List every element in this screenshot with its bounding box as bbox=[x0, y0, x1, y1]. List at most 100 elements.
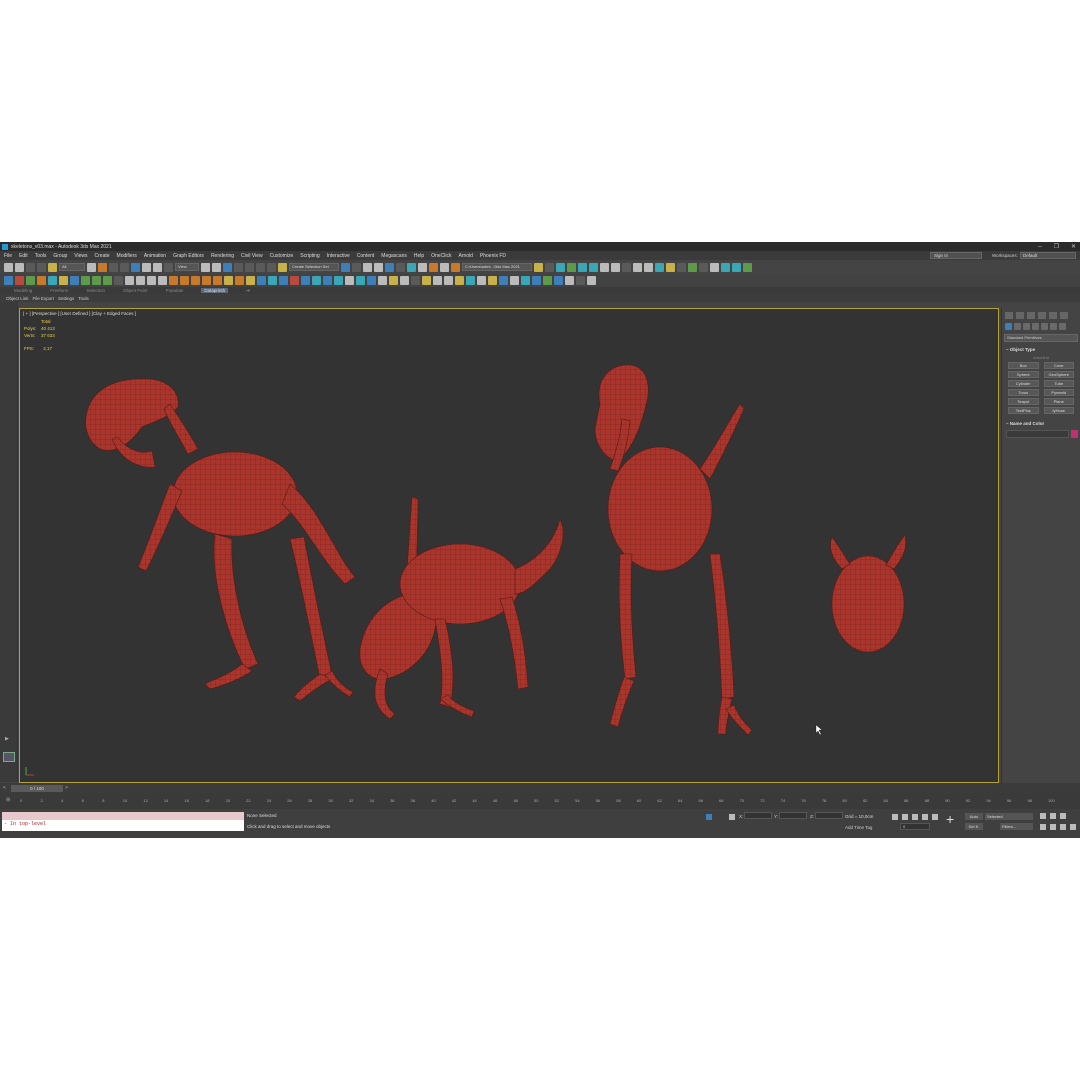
snaps-toggle-icon[interactable] bbox=[234, 262, 243, 272]
rendered-frame-window-icon[interactable] bbox=[440, 262, 449, 272]
teapot-button[interactable]: Teapot bbox=[1008, 398, 1039, 405]
tool-icon-ar[interactable] bbox=[532, 276, 541, 285]
menu-civil-view[interactable]: Civil View bbox=[241, 253, 263, 259]
tool-icon-a[interactable] bbox=[4, 276, 13, 285]
tool-icon-ad[interactable] bbox=[378, 276, 387, 285]
tool-icon-w[interactable] bbox=[290, 276, 299, 285]
rectangular-selection-icon[interactable] bbox=[109, 262, 118, 272]
tab-selection[interactable]: Selection bbox=[87, 288, 106, 293]
angle-snap-icon[interactable] bbox=[245, 262, 254, 272]
render-setup-icon[interactable] bbox=[429, 262, 438, 272]
maxscript-input-line[interactable] bbox=[2, 812, 244, 820]
scene-tool-icon[interactable] bbox=[710, 262, 719, 272]
geometry-icon[interactable] bbox=[1005, 323, 1012, 330]
tool-icon-aj[interactable] bbox=[444, 276, 453, 285]
layer-explorer-icon[interactable] bbox=[363, 262, 372, 272]
keyboard-shortcut-override-icon[interactable] bbox=[223, 262, 232, 272]
orbit-icon[interactable] bbox=[1060, 824, 1066, 830]
maximize-button[interactable]: ❐ bbox=[1054, 243, 1059, 250]
ribbon-icon[interactable] bbox=[385, 262, 394, 272]
settings-menu[interactable]: Settings bbox=[58, 296, 74, 301]
select-and-rotate-icon[interactable] bbox=[142, 262, 151, 272]
undo-view-icon[interactable] bbox=[721, 262, 730, 272]
object-name-input[interactable] bbox=[1006, 430, 1069, 438]
space-warps-icon[interactable] bbox=[1050, 323, 1057, 330]
cone-button[interactable]: Cone bbox=[1043, 362, 1074, 369]
menu-edit[interactable]: Edit bbox=[19, 253, 28, 259]
set-key-button[interactable]: Set K. bbox=[965, 823, 983, 830]
menu-scripting[interactable]: Scripting bbox=[300, 253, 319, 259]
link-icon[interactable] bbox=[26, 262, 35, 272]
menu-graph-editors[interactable]: Graph Editors bbox=[173, 253, 204, 259]
tool-icon-i[interactable] bbox=[92, 276, 101, 285]
utilities-tab-icon[interactable] bbox=[1060, 312, 1068, 319]
object-link-menu[interactable]: Object Link bbox=[6, 296, 29, 301]
torus-button[interactable]: Torus bbox=[1008, 389, 1039, 396]
menu-file[interactable]: File bbox=[4, 253, 12, 259]
pivot-center-icon[interactable] bbox=[201, 262, 210, 272]
pause-icon[interactable] bbox=[136, 276, 145, 285]
tool-icon-o[interactable] bbox=[202, 276, 211, 285]
tool-icon-af[interactable] bbox=[400, 276, 409, 285]
plugin-tool-icon[interactable] bbox=[567, 262, 576, 272]
tool-icon-h[interactable] bbox=[81, 276, 90, 285]
perspective-viewport[interactable]: [ + ] [Perspective ] [User Defined ] [Cl… bbox=[19, 308, 999, 783]
play-icon[interactable] bbox=[125, 276, 134, 285]
play-animation-icon[interactable] bbox=[912, 814, 918, 820]
tool-icon-b[interactable] bbox=[15, 276, 24, 285]
cameras-icon[interactable] bbox=[1032, 323, 1039, 330]
unlink-icon[interactable] bbox=[37, 262, 46, 272]
object-type-rollout[interactable]: – Object Type bbox=[1004, 346, 1078, 354]
stop-icon[interactable] bbox=[147, 276, 156, 285]
render-production-icon[interactable] bbox=[451, 262, 460, 272]
tool-icon-al[interactable] bbox=[466, 276, 475, 285]
tool-icon-y[interactable] bbox=[312, 276, 321, 285]
tool-icon-am[interactable] bbox=[477, 276, 486, 285]
prev-frame-icon[interactable]: < bbox=[3, 785, 6, 791]
cylinder-button[interactable]: Cylinder bbox=[1008, 380, 1039, 387]
workspaces-dropdown[interactable]: Default bbox=[1020, 252, 1076, 259]
tool-icon-ap[interactable] bbox=[510, 276, 519, 285]
lights-icon[interactable] bbox=[1023, 323, 1030, 330]
systems-icon[interactable] bbox=[1059, 323, 1066, 330]
check-tool-icon[interactable] bbox=[743, 262, 752, 272]
create-tab-icon[interactable] bbox=[1005, 312, 1013, 319]
isolate-selection-icon[interactable] bbox=[706, 814, 712, 820]
auto-key-button[interactable]: Auto bbox=[965, 813, 983, 820]
helpers-icon[interactable] bbox=[1041, 323, 1048, 330]
menu-animation[interactable]: Animation bbox=[144, 253, 166, 259]
selection-lock-icon[interactable] bbox=[729, 814, 735, 820]
help-icon[interactable] bbox=[345, 276, 354, 285]
add-time-tag[interactable]: Add Time Tag bbox=[845, 825, 872, 830]
align-icon[interactable] bbox=[352, 262, 361, 272]
close-button[interactable]: ✕ bbox=[1071, 243, 1076, 250]
grid-tool-icon[interactable] bbox=[677, 262, 686, 272]
toggle-scene-explorer-icon[interactable] bbox=[374, 262, 383, 272]
tool-icon-f[interactable] bbox=[59, 276, 68, 285]
key-filter-dropdown[interactable]: Selected bbox=[985, 813, 1033, 820]
tool-icon-as[interactable] bbox=[543, 276, 552, 285]
frame-tool-icon[interactable] bbox=[699, 262, 708, 272]
tool-icon-g[interactable] bbox=[70, 276, 79, 285]
tool-icon-t[interactable] bbox=[257, 276, 266, 285]
shapes-icon[interactable] bbox=[1014, 323, 1021, 330]
textplus-button[interactable]: TextPlus bbox=[1008, 407, 1039, 414]
tool-icon-s[interactable] bbox=[246, 276, 255, 285]
tool-icon-k[interactable] bbox=[114, 276, 123, 285]
tool-icon-ab[interactable] bbox=[356, 276, 365, 285]
menu-group[interactable]: Group bbox=[53, 253, 67, 259]
tab-dataprinth[interactable]: Dataprinth bbox=[201, 288, 229, 293]
box-button[interactable]: Box bbox=[1008, 362, 1039, 369]
tool-icon-j[interactable] bbox=[103, 276, 112, 285]
hose-button[interactable]: fyHose bbox=[1043, 407, 1074, 414]
menu-rendering[interactable]: Rendering bbox=[211, 253, 234, 259]
menu-modifiers[interactable]: Modifiers bbox=[117, 253, 137, 259]
menu-phoenix-fd[interactable]: Phoenix FD bbox=[480, 253, 506, 259]
menu-megascans[interactable]: Megascans bbox=[381, 253, 407, 259]
tool-icon-at[interactable] bbox=[554, 276, 563, 285]
tools-menu[interactable]: Tools bbox=[78, 296, 89, 301]
curve-editor-icon[interactable] bbox=[396, 262, 405, 272]
tool-icon-ae[interactable] bbox=[389, 276, 398, 285]
minimize-button[interactable]: – bbox=[1038, 244, 1041, 250]
record-icon[interactable] bbox=[158, 276, 167, 285]
